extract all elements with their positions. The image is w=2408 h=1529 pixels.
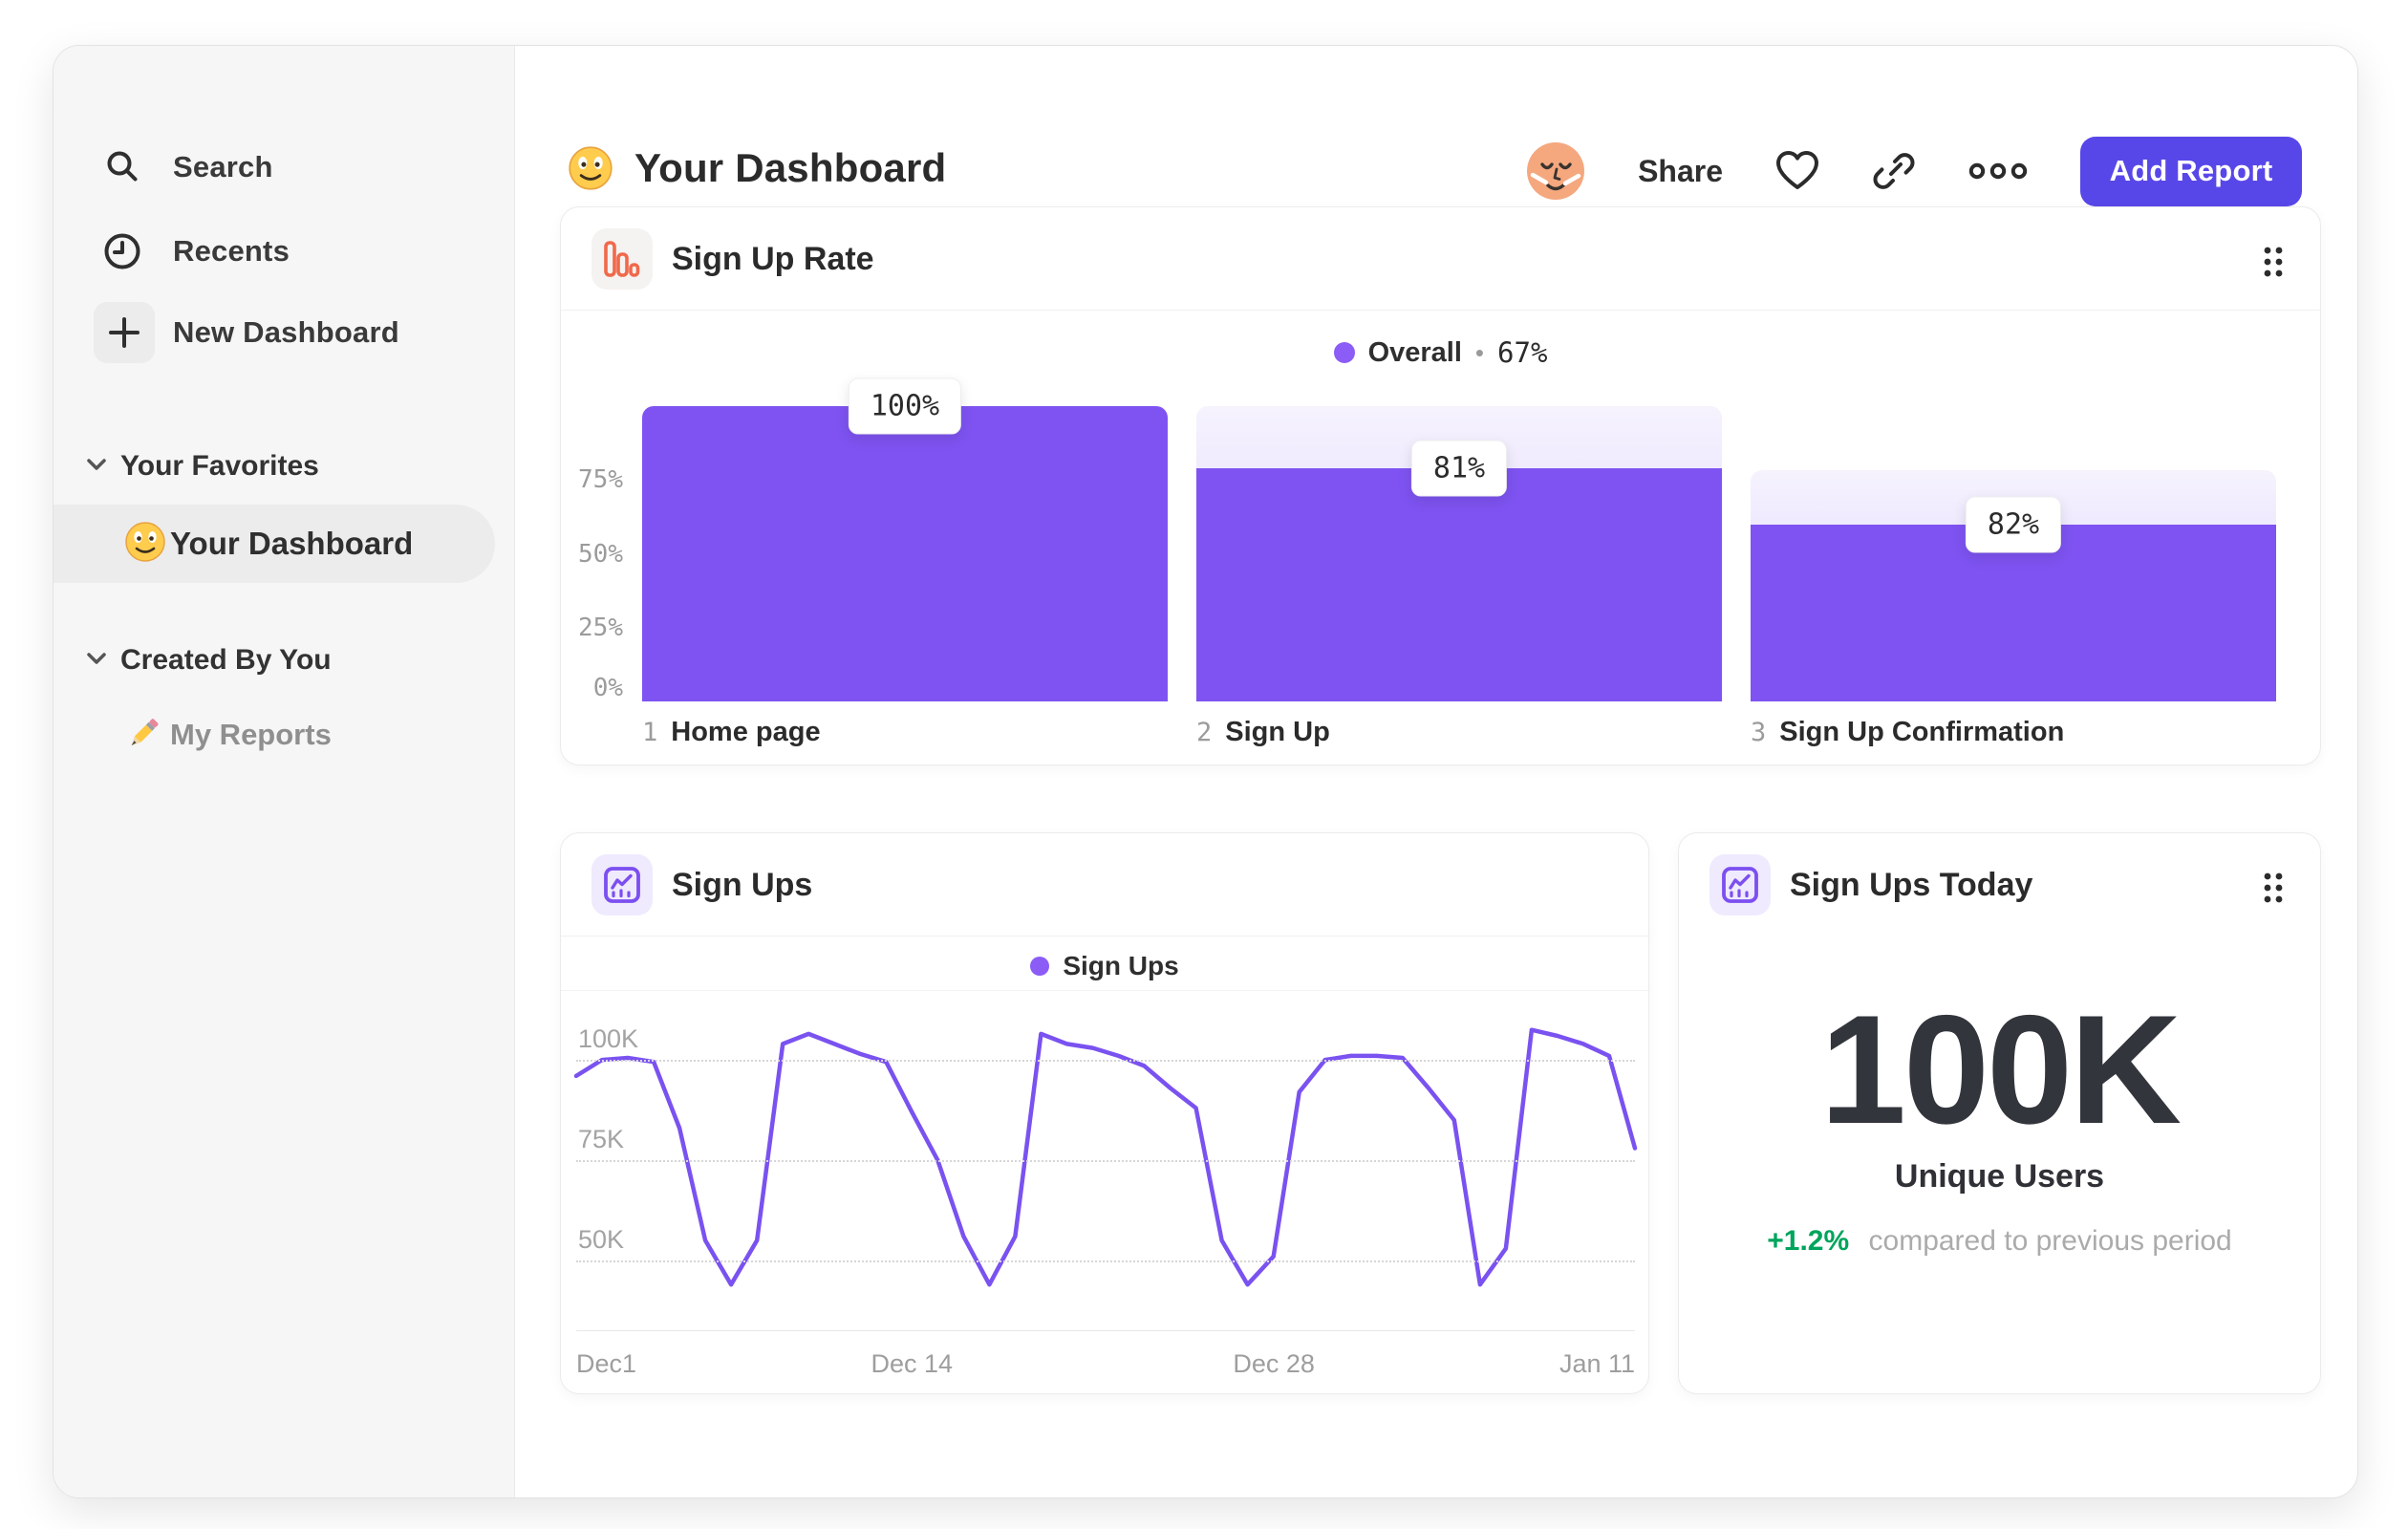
chevron-down-icon [85, 456, 108, 478]
sidebar-section-created-by-you[interactable]: Created By You [54, 635, 514, 685]
line-chart-icon [591, 854, 653, 915]
drag-handle-icon[interactable] [2261, 870, 2286, 911]
line-legend: Sign Ups [561, 946, 1648, 986]
y-axis-tick: 50K [578, 1224, 625, 1254]
stat-value: 100K [1819, 983, 2182, 1156]
y-axis-tick: 75K [578, 1125, 625, 1154]
sidebar-item-label: Your Dashboard [170, 526, 414, 561]
funnel-step[interactable]: 81% 2 Sign Up [1196, 406, 1722, 747]
plus-icon [94, 302, 155, 363]
x-axis-tick: Dec 28 [1233, 1349, 1315, 1378]
y-axis-tick: 0% [592, 674, 623, 702]
delta-percent: +1.2% [1767, 1225, 1850, 1257]
funnel-step[interactable]: 82% 3 Sign Up Confirmation [1751, 406, 2276, 747]
sidebar-item-search[interactable]: Search [54, 137, 514, 198]
share-button[interactable]: Share [1638, 154, 1723, 189]
x-axis-tick: Dec1 [576, 1349, 637, 1378]
funnel-value-chip: 81% [1410, 440, 1508, 497]
x-axis-line [576, 1330, 1635, 1331]
chevron-down-icon [85, 650, 108, 672]
sign-up-rate-card: Sign Up Rate Overall • 67% 75% 50% 25% 0% 10… [560, 206, 2321, 765]
page-title: Your Dashboard [568, 137, 946, 200]
funnel-legend: Overall • 67% [561, 334, 2320, 372]
legend-value: 67% [1497, 336, 1548, 369]
sidebar-item-label: Recents [173, 234, 290, 268]
divider [561, 936, 1648, 937]
card-title: Sign Ups [672, 866, 813, 903]
sidebar-item-new-dashboard[interactable]: New Dashboard [54, 302, 514, 363]
line-chart[interactable]: 100K 75K 50K [573, 996, 1638, 1330]
line-chart-icon [1709, 854, 1771, 915]
y-axis-tick: 50% [578, 539, 623, 569]
sidebar: Search Recents New Dashboard Your Favori… [54, 46, 515, 1497]
funnel-step-label: 3 Sign Up Confirmation [1751, 717, 2065, 747]
funnel-value-chip: 82% [1965, 496, 2062, 553]
sidebar-item-label: My Reports [170, 718, 332, 751]
section-label: Your Favorites [120, 450, 319, 482]
search-icon [101, 146, 143, 188]
funnel-bar [1196, 467, 1722, 701]
delta-note: compared to previous period [1868, 1225, 2232, 1257]
app-window: Search Recents New Dashboard Your Favori… [53, 45, 2358, 1498]
add-report-button[interactable]: Add Report [2080, 136, 2302, 206]
funnel-value-chip: 100% [848, 377, 962, 435]
heart-icon[interactable] [1774, 150, 1820, 192]
sign-ups-today-card: Sign Ups Today 100K Unique Users +1.2% c… [1678, 832, 2321, 1394]
stat-subtitle: Unique Users [1894, 1158, 2105, 1195]
sidebar-item-label: Search [173, 150, 273, 183]
card-title: Sign Up Rate [672, 240, 874, 277]
sidebar-section-your-favorites[interactable]: Your Favorites [54, 441, 514, 491]
sidebar-item-recents[interactable]: Recents [54, 221, 514, 282]
y-axis-tick: 25% [578, 613, 623, 642]
clock-icon [101, 230, 143, 272]
link-icon[interactable] [1872, 149, 1916, 193]
sidebar-item-label: New Dashboard [173, 315, 399, 349]
funnel-chart[interactable]: 75% 50% 25% 0% 100% 1 Home page 81% 2 Sign Up 82% 3… [578, 377, 2276, 747]
grid-line [576, 1060, 1635, 1063]
y-axis-tick: 100K [578, 1024, 639, 1054]
x-axis-tick: Dec 14 [871, 1349, 954, 1378]
smiley-emoji [124, 521, 166, 568]
section-label: Created By You [120, 644, 332, 676]
divider [561, 990, 1648, 991]
smiley-emoji [568, 145, 613, 191]
sidebar-item-my-reports[interactable]: My Reports [54, 706, 514, 764]
funnel-step-label: 2 Sign Up [1196, 717, 1330, 747]
pencil-emoji [124, 714, 162, 757]
sign-ups-card: Sign Ups Sign Ups 100K 75K 50K Dec1 Dec 14 D… [560, 832, 1649, 1394]
funnel-bars-icon [591, 228, 653, 290]
funnel-step[interactable]: 100% 1 Home page [642, 377, 1168, 747]
funnel-bar [642, 406, 1168, 701]
card-title: Sign Ups Today [1790, 866, 2033, 903]
more-options-icon[interactable] [1967, 160, 2029, 183]
legend-label: Overall [1367, 336, 1462, 368]
stat-delta: +1.2% compared to previous period [1679, 1225, 2320, 1258]
card-header: Sign Ups Today [1679, 833, 2320, 937]
legend-separator: • [1474, 337, 1485, 367]
grid-line [576, 1160, 1635, 1163]
drag-handle-icon[interactable] [2261, 244, 2286, 285]
avatar[interactable] [1525, 140, 1586, 202]
funnel-step-label: 1 Home page [642, 717, 821, 747]
grid-line [576, 1260, 1635, 1262]
card-header: Sign Up Rate [561, 207, 2320, 311]
legend-dot-icon [1333, 342, 1355, 363]
card-header: Sign Ups [561, 833, 1648, 937]
legend-dot-icon [1030, 957, 1050, 976]
divider [561, 310, 2320, 311]
x-axis-tick: Jan 11 [1559, 1349, 1635, 1378]
y-axis-tick: 75% [578, 465, 623, 495]
legend-label: Sign Ups [1063, 951, 1179, 980]
sidebar-item-your-dashboard[interactable]: Your Dashboard [54, 505, 495, 583]
